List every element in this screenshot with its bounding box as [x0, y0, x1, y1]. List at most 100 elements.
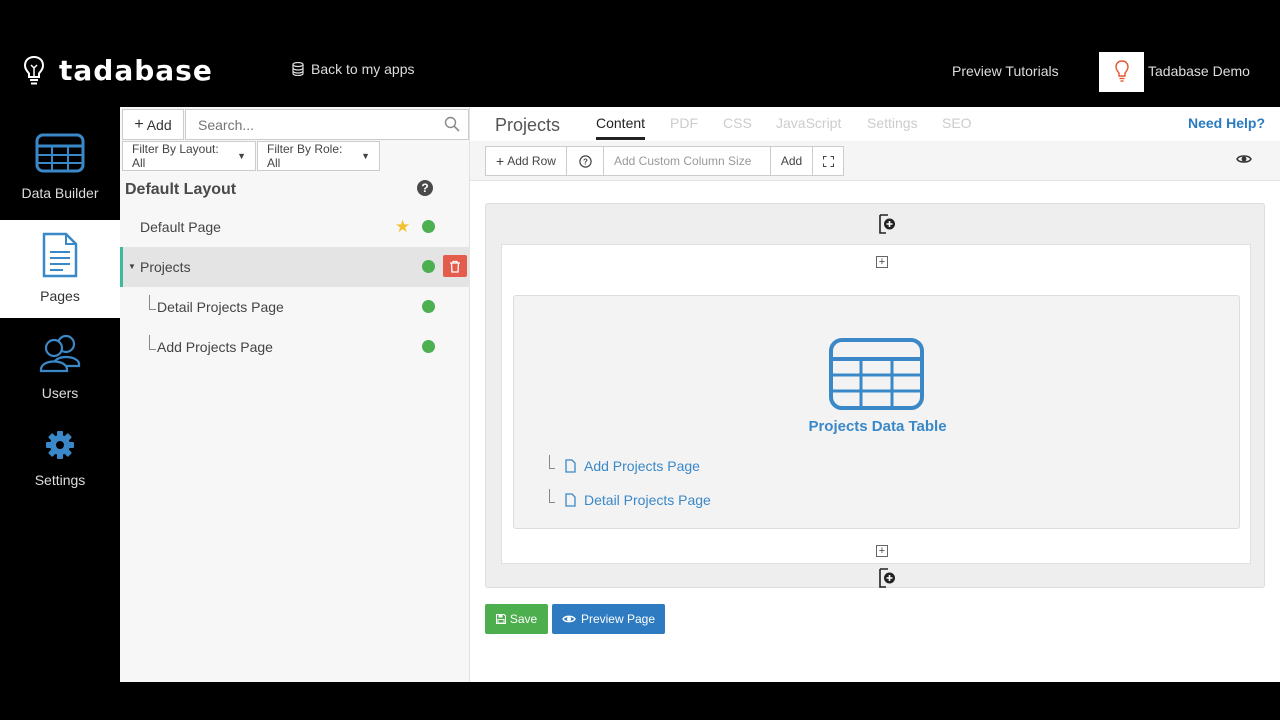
status-dot — [422, 220, 435, 233]
plus-icon: + — [496, 153, 505, 169]
eye-icon — [562, 615, 576, 623]
file-icon — [565, 459, 576, 473]
lightbulb-icon — [23, 55, 45, 85]
avatar[interactable] — [1099, 52, 1144, 92]
search-icon[interactable] — [444, 116, 460, 132]
save-label: Save — [509, 612, 538, 626]
app-logo[interactable]: tadabase — [59, 54, 213, 87]
filter-layout-label: Filter By Layout: All — [132, 142, 219, 170]
filter-layout-dropdown[interactable]: Filter By Layout: All ▼ — [122, 141, 256, 171]
pages-panel: + Add Filter By Layout: All ▼ Filter By … — [120, 107, 470, 682]
add-row-top-icon[interactable] — [877, 214, 897, 234]
nav-label: Pages — [40, 288, 80, 304]
status-dot — [422, 300, 435, 313]
help-icon[interactable]: ? — [417, 180, 433, 196]
page-item-projects[interactable]: ▼ Projects — [120, 247, 470, 287]
nav-data-builder[interactable]: Data Builder — [0, 133, 120, 220]
status-dot — [422, 260, 435, 273]
tree-connector — [549, 489, 555, 503]
add-row-button[interactable]: + Add Row — [485, 146, 567, 176]
page-editor: Projects Content PDF CSS JavaScript Sett… — [470, 107, 1280, 682]
nav-label: Data Builder — [21, 185, 99, 201]
back-link-label: Back to my apps — [311, 61, 415, 77]
add-column-bottom-icon[interactable]: + — [876, 545, 888, 557]
nav-label: Users — [41, 385, 79, 401]
linked-page-add-projects[interactable]: Add Projects Page — [549, 455, 700, 474]
add-column-top-icon[interactable]: + — [876, 256, 888, 268]
preview-tutorials-link[interactable]: Preview Tutorials — [952, 63, 1059, 79]
document-icon — [42, 232, 78, 278]
layout-row: + Projects Data Table Add Projects Page … — [501, 244, 1251, 564]
plus-icon: + — [134, 115, 144, 133]
file-icon — [565, 493, 576, 507]
users-icon — [39, 334, 81, 373]
caret-down-icon: ▼ — [361, 151, 370, 161]
preview-page-button[interactable]: Preview Page — [552, 604, 665, 634]
nav-label: Settings — [34, 472, 86, 488]
star-icon: ★ — [395, 217, 411, 236]
svg-text:?: ? — [583, 157, 588, 166]
active-tab-indicator — [596, 137, 645, 140]
back-to-apps-link[interactable]: Back to my apps — [292, 61, 415, 77]
tab-seo[interactable]: SEO — [942, 115, 972, 131]
add-row-label: Add Row — [507, 154, 556, 168]
nav-settings[interactable]: Settings — [0, 430, 120, 490]
lightbulb-icon — [1114, 60, 1129, 82]
add-column-button[interactable]: Add — [770, 146, 813, 176]
tab-css[interactable]: CSS — [723, 115, 752, 131]
add-page-button[interactable]: + Add — [122, 109, 184, 140]
tab-javascript[interactable]: JavaScript — [776, 115, 841, 131]
left-nav: Data Builder Pages Users Settings — [0, 107, 120, 682]
page-title: Projects — [495, 115, 561, 135]
page-label: Default Page — [140, 219, 221, 235]
page-item-add-projects[interactable]: Add Projects Page — [120, 327, 470, 367]
layout-canvas: + Projects Data Table Add Projects Page … — [485, 203, 1265, 588]
filter-role-label: Filter By Role: All — [267, 142, 343, 170]
trash-icon — [450, 260, 460, 273]
save-button[interactable]: Save — [485, 604, 548, 634]
expand-icon — [822, 155, 834, 167]
caret-down-icon: ▼ — [237, 151, 246, 161]
tab-content[interactable]: Content — [596, 115, 645, 131]
table-icon — [35, 133, 85, 173]
linked-page-label: Detail Projects Page — [584, 492, 711, 508]
help-button[interactable]: ? — [566, 146, 604, 176]
fullscreen-button[interactable] — [812, 146, 844, 176]
tab-pdf[interactable]: PDF — [670, 115, 698, 131]
delete-page-button[interactable] — [443, 255, 467, 277]
filter-role-dropdown[interactable]: Filter By Role: All ▼ — [257, 141, 380, 171]
table-icon — [829, 338, 924, 410]
component-title[interactable]: Projects Data Table — [514, 418, 1241, 435]
need-help-link[interactable]: Need Help? — [1188, 115, 1265, 131]
page-item-detail-projects[interactable]: Detail Projects Page — [120, 287, 470, 327]
add-label: Add — [146, 116, 172, 133]
page-item-default[interactable]: Default Page ★ — [120, 207, 470, 247]
caret-down-icon: ▼ — [128, 262, 136, 271]
top-bar: tadabase Back to my apps Preview Tutoria… — [0, 0, 1280, 107]
floppy-icon — [495, 614, 506, 624]
linked-page-label: Add Projects Page — [584, 458, 700, 474]
user-name[interactable]: Tadabase Demo — [1148, 63, 1250, 79]
tree-connector — [149, 295, 156, 310]
linked-page-detail-projects[interactable]: Detail Projects Page — [549, 489, 711, 508]
tab-settings[interactable]: Settings — [867, 115, 918, 131]
column-size-placeholder: Add Custom Column Size — [614, 154, 752, 168]
page-label: Projects — [140, 259, 191, 275]
search-input[interactable] — [186, 110, 426, 139]
add-column-label: Add — [780, 154, 803, 168]
layout-title: Default Layout — [125, 181, 237, 198]
layout-column: Projects Data Table Add Projects Page De… — [513, 295, 1240, 529]
page-label: Detail Projects Page — [157, 299, 284, 315]
status-dot — [422, 340, 435, 353]
tree-connector — [549, 455, 555, 469]
preview-label: Preview Page — [580, 612, 656, 626]
nav-pages[interactable]: Pages — [0, 220, 120, 318]
database-icon — [292, 62, 304, 76]
custom-column-size-input[interactable]: Add Custom Column Size — [603, 146, 771, 176]
gear-icon — [46, 431, 74, 459]
tree-connector — [149, 335, 156, 350]
nav-users[interactable]: Users — [0, 333, 120, 408]
page-search — [185, 109, 469, 140]
eye-icon[interactable] — [1236, 153, 1252, 165]
add-row-bottom-icon[interactable] — [877, 568, 897, 588]
